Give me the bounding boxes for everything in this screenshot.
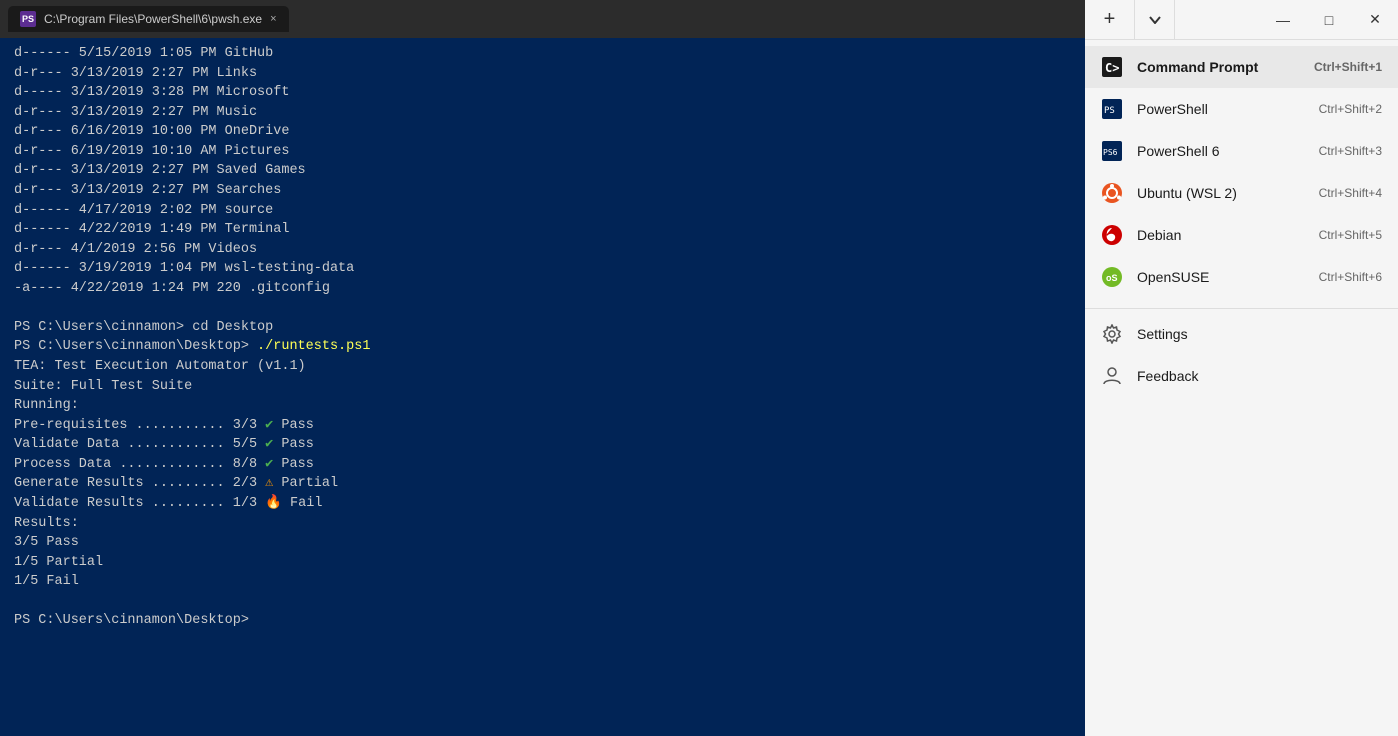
cmd-icon: C> <box>1101 56 1123 78</box>
opensuse-icon: oS <box>1101 266 1123 288</box>
terminal-line: d------ 5/15/2019 1:05 PM GitHub <box>14 44 1071 64</box>
menu-item-feedback[interactable]: Feedback <box>1085 355 1398 397</box>
menu-item-ubuntu[interactable]: Ubuntu (WSL 2) Ctrl+Shift+4 <box>1085 172 1398 214</box>
terminal-line: 1/5 Partial <box>14 553 1071 573</box>
top-controls-bar: + — □ ✕ <box>1085 0 1398 40</box>
feedback-icon <box>1101 365 1123 387</box>
ps-icon: PS <box>1102 99 1122 119</box>
terminal-line: 1/5 Fail <box>14 572 1071 592</box>
title-bar: PS C:\Program Files\PowerShell\6\pwsh.ex… <box>0 0 1085 38</box>
terminal-blank <box>14 298 1071 318</box>
terminal-line: d-r--- 3/13/2019 2:27 PM Searches <box>14 181 1071 201</box>
terminal-window: PS C:\Program Files\PowerShell\6\pwsh.ex… <box>0 0 1085 736</box>
powershell6-menu-icon: PS6 <box>1101 140 1123 162</box>
debian-circle-icon <box>1102 225 1122 245</box>
ubuntu-shortcut: Ctrl+Shift+4 <box>1319 186 1382 200</box>
terminal-line: -a---- 4/22/2019 1:24 PM 220 .gitconfig <box>14 279 1071 299</box>
terminal-line: PS C:\Users\cinnamon> cd Desktop <box>14 318 1071 338</box>
menu-item-settings[interactable]: Settings <box>1085 313 1398 355</box>
terminal-prompt: PS C:\Users\cinnamon\Desktop> <box>14 611 1071 631</box>
menu-divider <box>1085 308 1398 309</box>
debian-label: Debian <box>1137 227 1305 243</box>
close-button[interactable]: ✕ <box>1352 0 1398 40</box>
terminal-line: Generate Results ......... 2/3 ⚠ Partial <box>14 474 1071 494</box>
maximize-button[interactable]: □ <box>1306 0 1352 40</box>
opensuse-circle-icon: oS <box>1102 267 1122 287</box>
powershell-icon: PS <box>20 11 36 27</box>
cmd-label: Command Prompt <box>1137 59 1300 75</box>
opensuse-label: OpenSUSE <box>1137 269 1305 285</box>
shell-menu-section: C> Command Prompt Ctrl+Shift+1 PS PowerS… <box>1085 40 1398 304</box>
ps-shortcut: Ctrl+Shift+2 <box>1319 102 1382 116</box>
dropdown-chevron-button[interactable] <box>1135 0 1175 40</box>
terminal-line: d-r--- 3/13/2019 2:27 PM Links <box>14 64 1071 84</box>
svg-text:PS: PS <box>1104 106 1115 116</box>
terminal-line: d-r--- 3/13/2019 2:27 PM Saved Games <box>14 161 1071 181</box>
menu-item-cmd[interactable]: C> Command Prompt Ctrl+Shift+1 <box>1085 46 1398 88</box>
ps6-shortcut: Ctrl+Shift+3 <box>1319 144 1382 158</box>
minimize-button[interactable]: — <box>1260 0 1306 40</box>
terminal-line: Results: <box>14 514 1071 534</box>
settings-label: Settings <box>1137 326 1382 342</box>
command-prompt-icon: C> <box>1102 57 1122 77</box>
debian-icon <box>1101 224 1123 246</box>
terminal-line: d-r--- 6/16/2019 10:00 PM OneDrive <box>14 122 1071 142</box>
terminal-line: Running: <box>14 396 1071 416</box>
ps6-icon: PS6 <box>1102 141 1122 161</box>
ubuntu-icon <box>1101 182 1123 204</box>
terminal-line: 3/5 Pass <box>14 533 1071 553</box>
tab-close-button[interactable]: × <box>270 13 276 25</box>
dropdown-panel: + — □ ✕ C> Command Prompt Ctrl+Shift+1 <box>1085 0 1398 736</box>
terminal-line: d-r--- 6/19/2019 10:10 AM Pictures <box>14 142 1071 162</box>
feedback-label: Feedback <box>1137 368 1382 384</box>
opensuse-shortcut: Ctrl+Shift+6 <box>1319 270 1382 284</box>
terminal-line: d-r--- 3/13/2019 2:27 PM Music <box>14 103 1071 123</box>
ubuntu-circle-icon <box>1102 183 1122 203</box>
terminal-line: d----- 3/13/2019 3:28 PM Microsoft <box>14 83 1071 103</box>
terminal-line: Process Data ............. 8/8 ✔ Pass <box>14 455 1071 475</box>
terminal-line: Validate Data ............ 5/5 ✔ Pass <box>14 435 1071 455</box>
menu-item-opensuse[interactable]: oS OpenSUSE Ctrl+Shift+6 <box>1085 256 1398 298</box>
svg-text:oS: oS <box>1106 273 1118 283</box>
terminal-line: Pre-requisites ........... 3/3 ✔ Pass <box>14 416 1071 436</box>
terminal-line: d------ 4/22/2019 1:49 PM Terminal <box>14 220 1071 240</box>
terminal-content: d------ 5/15/2019 1:05 PM GitHub d-r--- … <box>0 38 1085 736</box>
settings-icon <box>1101 323 1123 345</box>
ps-label: PowerShell <box>1137 101 1305 117</box>
ps6-label: PowerShell 6 <box>1137 143 1305 159</box>
powershell-menu-icon: PS <box>1101 98 1123 120</box>
menu-item-ps[interactable]: PS PowerShell Ctrl+Shift+2 <box>1085 88 1398 130</box>
terminal-command-line: PS C:\Users\cinnamon\Desktop> ./runtests… <box>14 337 1071 357</box>
terminal-tab[interactable]: PS C:\Program Files\PowerShell\6\pwsh.ex… <box>8 6 289 32</box>
menu-item-ps6[interactable]: PS6 PowerShell 6 Ctrl+Shift+3 <box>1085 130 1398 172</box>
new-tab-button[interactable]: + <box>1085 0 1135 40</box>
cmd-shortcut: Ctrl+Shift+1 <box>1314 60 1382 74</box>
person-feedback-icon <box>1102 366 1122 386</box>
chevron-down-icon <box>1149 16 1161 24</box>
terminal-line: d-r--- 4/1/2019 2:56 PM Videos <box>14 240 1071 260</box>
terminal-blank <box>14 592 1071 612</box>
ubuntu-label: Ubuntu (WSL 2) <box>1137 185 1305 201</box>
menu-item-debian[interactable]: Debian Ctrl+Shift+5 <box>1085 214 1398 256</box>
debian-shortcut: Ctrl+Shift+5 <box>1319 228 1382 242</box>
terminal-line: TEA: Test Execution Automator (v1.1) <box>14 357 1071 377</box>
terminal-line: d------ 3/19/2019 1:04 PM wsl-testing-da… <box>14 259 1071 279</box>
terminal-line: Suite: Full Test Suite <box>14 377 1071 397</box>
svg-text:PS6: PS6 <box>1103 148 1118 157</box>
terminal-line: Validate Results ......... 1/3 🔥 Fail <box>14 494 1071 514</box>
tab-title: C:\Program Files\PowerShell\6\pwsh.exe <box>44 12 262 26</box>
terminal-line: d------ 4/17/2019 2:02 PM source <box>14 201 1071 221</box>
svg-text:C>: C> <box>1105 61 1119 75</box>
gear-icon <box>1102 324 1122 344</box>
